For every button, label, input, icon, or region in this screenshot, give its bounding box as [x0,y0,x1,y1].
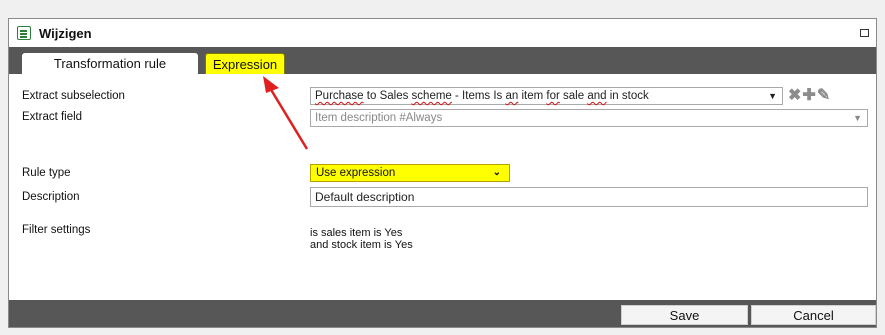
tab-transformation-rule[interactable]: Transformation rule [22,53,198,74]
filter-line-1: is sales item is Yes [310,227,403,239]
dialog-footer: Save Cancel [9,300,876,327]
filter-settings-text: is sales item is Yes and stock item is Y… [310,227,413,251]
extract-subselection-label: Extract subselection [22,90,125,102]
description-label: Description [22,191,80,203]
extract-field-select[interactable]: Item description #Always ▼ [310,109,868,127]
description-value: Default description [315,190,415,204]
form-content: Extract subselection Purchase to Sales s… [9,74,876,300]
dialog-titlebar: Wijzigen [9,19,876,47]
extract-subselection-select[interactable]: Purchase to Sales scheme - Items Is an i… [310,87,783,105]
filter-line-2: and stock item is Yes [310,239,413,251]
extract-field-placeholder: Item description #Always [315,112,443,124]
chevron-down-icon: ▼ [853,113,862,123]
filter-settings-label: Filter settings [22,224,91,236]
description-input[interactable]: Default description [310,187,868,207]
save-button[interactable]: Save [621,305,748,325]
extract-field-label: Extract field [22,111,83,123]
cancel-button[interactable]: Cancel [751,305,876,325]
chevron-down-icon: ⌄ [492,167,501,178]
dialog-title: Wijzigen [39,25,92,41]
form-icon [17,26,31,40]
rule-type-value: Use expression [316,167,396,179]
tab-expression[interactable]: Expression [205,53,285,74]
edit-dialog: Wijzigen Transformation rule Expression … [8,18,877,328]
delete-x-icon[interactable]: ✖ [788,88,801,104]
add-plus-icon[interactable]: ✚ [802,88,815,104]
tab-strip: Transformation rule Expression [9,47,876,74]
subselection-actions: ✖ ✚ ✎ [788,87,830,105]
chevron-down-icon: ▼ [768,91,777,101]
extract-subselection-value: Purchase to Sales scheme - Items Is an i… [315,90,649,102]
rule-type-label: Rule type [22,167,71,179]
rule-type-select[interactable]: Use expression ⌄ [310,164,510,182]
maximize-icon[interactable] [860,29,869,37]
edit-pencil-icon[interactable]: ✎ [817,88,830,104]
